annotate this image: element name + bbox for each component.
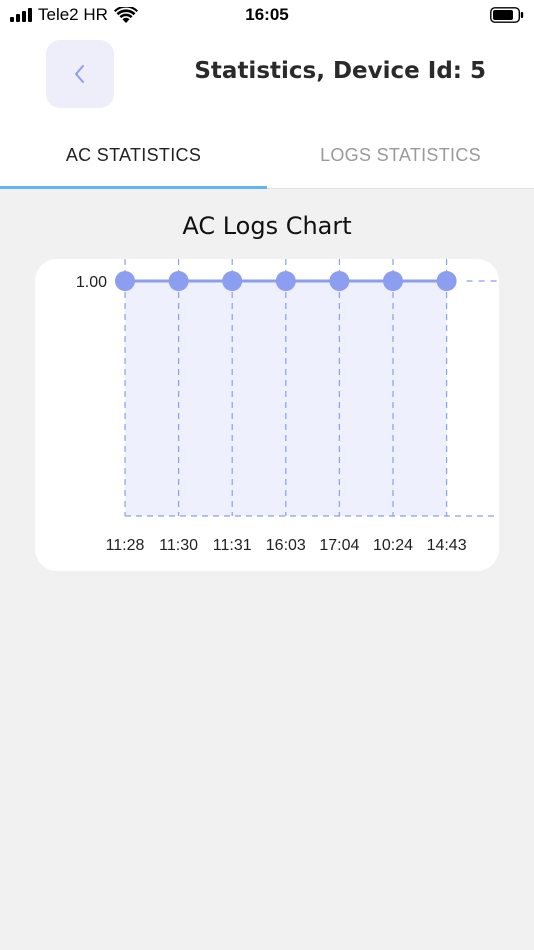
x-tick-label: 14:43 xyxy=(427,537,467,554)
tab-bar: AC STATISTICS LOGS STATISTICS xyxy=(0,122,534,189)
status-time: 16:05 xyxy=(245,5,289,24)
header: Statistics, Device Id: 5 xyxy=(0,32,534,122)
tab-ac-statistics[interactable]: AC STATISTICS xyxy=(0,122,267,189)
data-point xyxy=(168,271,189,291)
chart-title: AC Logs Chart xyxy=(182,212,352,240)
status-bar: Tele2 HR 16:05 xyxy=(0,0,534,32)
page-title: Statistics, Device Id: 5 xyxy=(194,58,486,84)
ac-logs-chart: 1.00 11:28 11:30 11:31 16:03 17:04 10:24 14:43 xyxy=(76,259,497,554)
data-point xyxy=(222,271,243,291)
chart-card: 1.00 11:28 11:30 11:31 16:03 17:04 10:24 14:43 xyxy=(35,259,499,571)
tab-logs-statistics[interactable]: LOGS STATISTICS xyxy=(267,122,534,188)
x-tick-label: 16:03 xyxy=(266,537,306,554)
back-button[interactable] xyxy=(46,40,114,108)
data-point xyxy=(115,271,135,291)
data-point xyxy=(329,271,350,291)
data-point xyxy=(383,271,403,291)
x-tick-label: 17:04 xyxy=(319,537,359,554)
x-tick-label: 11:31 xyxy=(213,537,252,554)
battery-icon xyxy=(490,7,524,23)
data-point xyxy=(275,271,296,291)
x-tick-label: 10:24 xyxy=(373,537,413,554)
x-tick-label: 11:30 xyxy=(159,537,198,554)
x-tick-label: 11:28 xyxy=(106,537,145,554)
chevron-left-icon xyxy=(75,65,84,83)
y-tick-label: 1.00 xyxy=(76,274,107,291)
data-point xyxy=(436,271,457,291)
